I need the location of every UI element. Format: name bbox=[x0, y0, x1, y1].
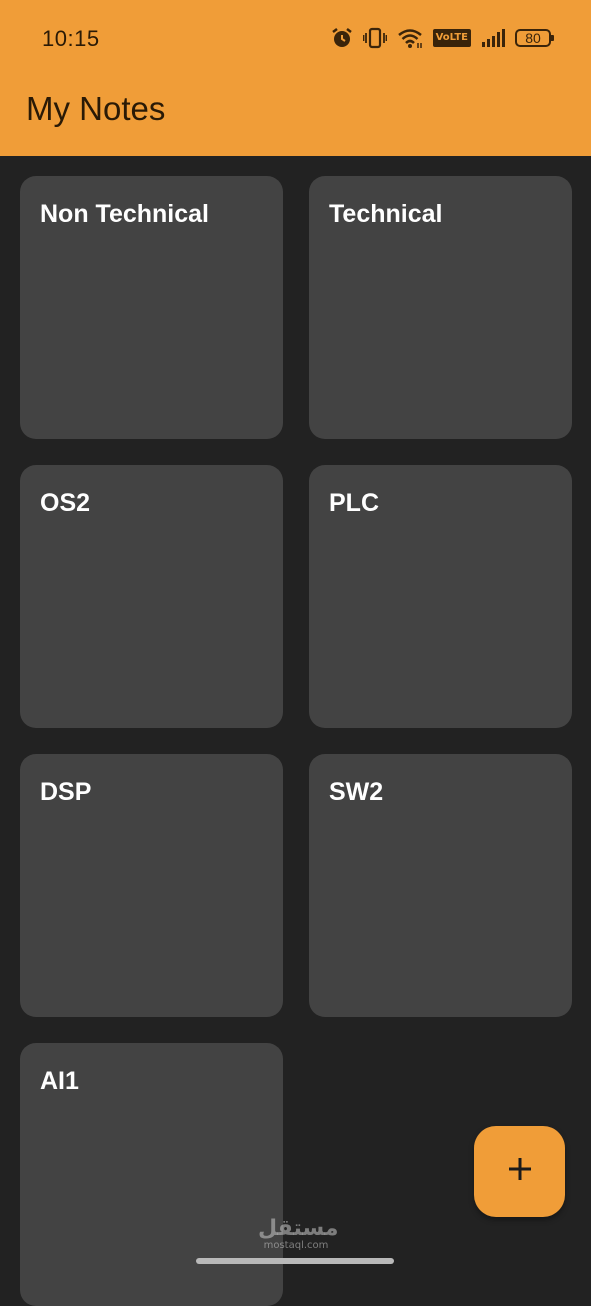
note-card[interactable]: Non Technical bbox=[20, 176, 283, 439]
note-card[interactable]: PLC bbox=[309, 465, 572, 728]
plus-icon bbox=[507, 1156, 533, 1187]
watermark-latin: mostaql.com bbox=[263, 1240, 329, 1251]
note-title: Technical bbox=[329, 200, 443, 228]
note-card[interactable]: DSP bbox=[20, 754, 283, 1017]
vibrate-icon bbox=[362, 27, 387, 49]
note-card[interactable]: AI1 bbox=[20, 1043, 283, 1306]
note-card[interactable]: Technical bbox=[309, 176, 572, 439]
signal-icon bbox=[481, 28, 505, 48]
page-title: My Notes bbox=[26, 90, 166, 127]
note-title: OS2 bbox=[40, 489, 91, 517]
home-indicator[interactable] bbox=[196, 1258, 394, 1264]
battery-icon: 80 bbox=[515, 29, 554, 47]
note-card[interactable]: SW2 bbox=[309, 754, 572, 1017]
app-bar: 10:15 VoLTE 80 My Notes bbox=[0, 0, 591, 156]
note-card[interactable]: OS2 bbox=[20, 465, 283, 728]
watermark: مستقل mostaql.com bbox=[258, 1216, 339, 1252]
note-title: Non Technical bbox=[40, 200, 210, 228]
note-title: DSP bbox=[40, 778, 92, 806]
note-title: PLC bbox=[329, 489, 379, 517]
alarm-icon bbox=[331, 27, 353, 49]
volte-icon: VoLTE bbox=[432, 29, 471, 47]
note-title: SW2 bbox=[329, 778, 384, 806]
add-note-button[interactable] bbox=[474, 1126, 565, 1217]
watermark-arabic: مستقل bbox=[258, 1216, 339, 1241]
note-title: AI1 bbox=[40, 1067, 79, 1095]
status-time: 10:15 bbox=[42, 26, 100, 51]
status-icons: VoLTE 80 bbox=[331, 24, 554, 52]
wifi-icon bbox=[397, 27, 423, 49]
